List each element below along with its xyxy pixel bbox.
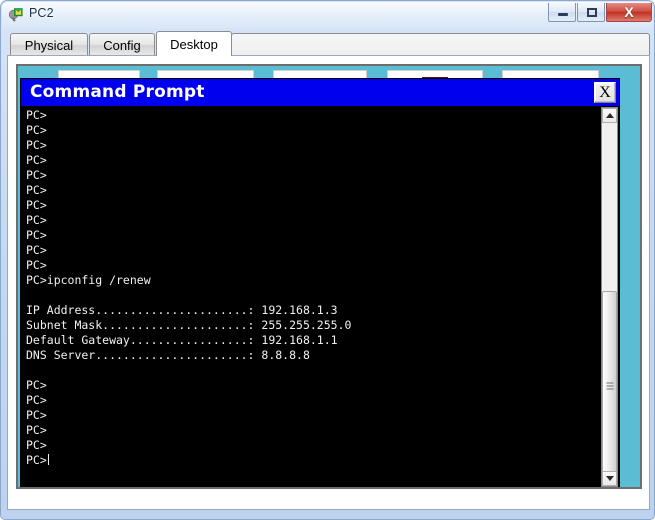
desktop-tab-panel: Command Prompt X PC> PC> PC> PC> PC> PC>… — [7, 55, 650, 510]
close-button[interactable]: X — [606, 3, 652, 22]
terminal-output-area[interactable]: PC> PC> PC> PC> PC> PC> PC> PC> PC> PC> … — [21, 106, 619, 487]
tab-desktop[interactable]: Desktop — [156, 31, 232, 56]
window-titlebar[interactable]: PC2 X — [1, 1, 655, 28]
scrollbar-grip-icon — [606, 382, 613, 390]
pc2-window: PC2 X Physical Config Desktop Command Pr… — [0, 0, 655, 520]
terminal-text: PC> PC> PC> PC> PC> PC> PC> PC> PC> PC> … — [26, 108, 352, 467]
command-prompt-titlebar[interactable]: Command Prompt X — [21, 79, 619, 106]
maximize-button[interactable] — [577, 3, 605, 22]
terminal-scrollbar[interactable] — [601, 107, 618, 487]
scroll-down-icon — [605, 476, 614, 481]
command-prompt-window: Command Prompt X PC> PC> PC> PC> PC> PC>… — [20, 78, 620, 487]
command-prompt-close-button[interactable]: X — [594, 82, 616, 103]
close-icon: X — [624, 3, 634, 20]
tab-physical[interactable]: Physical — [10, 33, 88, 56]
command-prompt-title: Command Prompt — [30, 82, 205, 102]
window-controls: X — [548, 3, 652, 22]
terminal-caret — [47, 454, 49, 465]
scrollbar-up-button[interactable] — [602, 108, 617, 123]
tab-config[interactable]: Config — [89, 33, 155, 56]
minimize-icon — [558, 13, 568, 16]
minimize-button[interactable] — [548, 3, 576, 22]
packet-tracer-desktop: Command Prompt X PC> PC> PC> PC> PC> PC>… — [16, 64, 642, 489]
maximize-icon — [587, 8, 597, 17]
scrollbar-thumb[interactable] — [602, 291, 617, 481]
tab-bar: Physical Config Desktop — [7, 31, 650, 56]
scroll-up-icon — [605, 113, 614, 118]
window-title: PC2 — [29, 6, 54, 20]
tab-bar-filler — [231, 33, 650, 56]
scrollbar-down-button[interactable] — [602, 471, 617, 486]
packet-tracer-device-icon — [8, 8, 23, 22]
